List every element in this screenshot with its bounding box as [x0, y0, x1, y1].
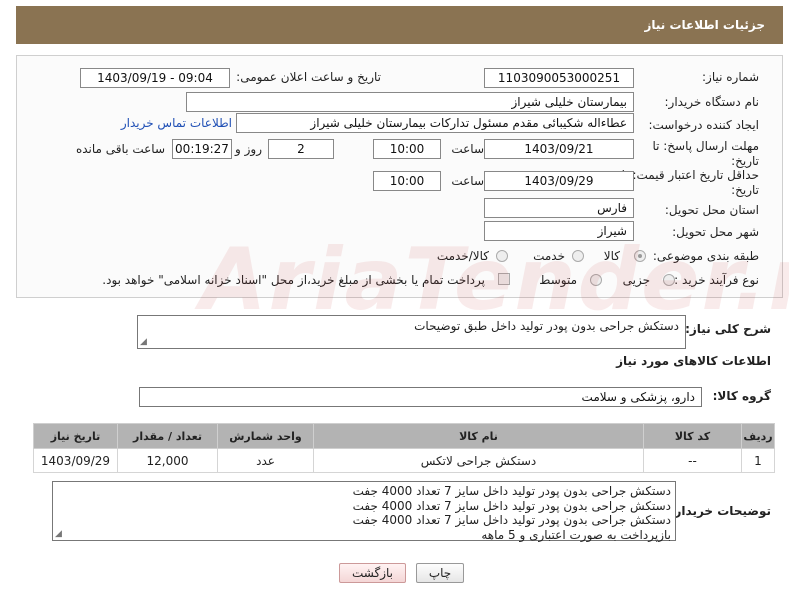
city-label: شهر محل تحویل:	[672, 225, 759, 239]
col-date: تاریخ نیاز	[33, 423, 118, 449]
resize-grip-icon[interactable]: ◢	[55, 529, 62, 539]
days-label: روز و	[235, 142, 262, 156]
province-field[interactable]: فارس	[484, 198, 634, 218]
buyer-notes-line: بازپرداخت به صورت اعتباری و 5 ماهه	[481, 527, 671, 542]
deadline-label: مهلت ارسال پاسخ: تا تاریخ:	[652, 139, 759, 168]
category-label: طبقه بندی موضوعی:	[652, 249, 759, 263]
category-option-goods-service: کالا/خدمت	[436, 249, 489, 263]
goods-section-title: اطلاعات کالاهای مورد نیاز	[616, 354, 771, 368]
page-header: جزئیات اطلاعات نیاز	[16, 6, 783, 44]
col-qty: تعداد / مقدار	[117, 423, 218, 449]
col-row: ردیف	[741, 423, 775, 449]
page-title: جزئیات اطلاعات نیاز	[644, 18, 765, 32]
price-validity-time-label: ساعت	[451, 174, 484, 188]
need-number-label: شماره نیاز:	[702, 70, 759, 84]
process-option-minor: جزیی	[622, 273, 650, 287]
cell-qty: 12,000	[117, 448, 218, 473]
category-option-service: خدمت	[533, 249, 565, 263]
category-radio-service[interactable]	[572, 250, 584, 262]
buyer-notes-content: دستکش جراحی بدون پودر تولید داخل سایز 7 …	[353, 484, 671, 542]
price-validity-date-field[interactable]: 1403/09/29	[484, 171, 634, 191]
summary-label: شرح کلی نیاز:	[685, 322, 771, 336]
cell-name: دستکش جراحی لاتکس	[313, 448, 644, 473]
buyer-contact-link[interactable]: اطلاعات تماس خریدار	[121, 116, 232, 130]
announce-field[interactable]: 1403/09/19 - 09:04	[80, 68, 230, 88]
buyer-notes-label: توضیحات خریدار:	[669, 504, 771, 518]
creator-label: ایجاد کننده درخواست:	[648, 118, 759, 132]
deadline-time-field[interactable]: 10:00	[373, 139, 441, 159]
deadline-time-label: ساعت	[451, 142, 484, 156]
category-radio-goods-service[interactable]	[496, 250, 508, 262]
process-label: نوع فرآیند خرید :	[674, 273, 759, 287]
summary-text: دستکش جراحی بدون پودر تولید داخل طبق توض…	[414, 319, 679, 333]
buyer-notes-line: دستکش جراحی بدون پودر تولید داخل سایز 7 …	[352, 498, 671, 513]
buyer-org-label: نام دستگاه خریدار:	[664, 95, 760, 109]
announce-label: تاریخ و ساعت اعلان عمومی:	[236, 70, 381, 84]
creator-field[interactable]: عطاءاله شکیبائی مقدم مسئول تدارکات بیمار…	[236, 113, 634, 133]
province-label: استان محل تحویل:	[664, 203, 759, 217]
cell-unit: عدد	[217, 448, 314, 473]
col-unit: واحد شمارش	[217, 423, 314, 449]
need-number-field[interactable]: 1103090053000251	[484, 68, 634, 88]
treasury-note: پرداخت تمام یا بخشی از مبلغ خرید،از محل …	[102, 273, 485, 287]
price-validity-time-field[interactable]: 10:00	[373, 171, 441, 191]
category-option-goods: کالا	[603, 249, 620, 263]
goods-group-label: گروه کالا:	[712, 389, 771, 403]
cell-code: --	[643, 448, 742, 473]
goods-group-field[interactable]: دارو، پزشکی و سلامت	[139, 387, 702, 407]
goods-table-header: ردیف کد کالا نام کالا واحد شمارش تعداد /…	[33, 423, 775, 449]
goods-table: ردیف کد کالا نام کالا واحد شمارش تعداد /…	[33, 423, 775, 473]
buyer-org-field[interactable]: بیمارستان خلیلی شیراز	[186, 92, 634, 112]
remaining-field[interactable]: 00:19:27	[172, 139, 232, 159]
cell-date: 1403/09/29	[33, 448, 118, 473]
col-name: نام کالا	[313, 423, 644, 449]
process-radio-minor[interactable]	[663, 274, 675, 286]
buyer-notes-line: دستکش جراحی بدون پودر تولید داخل سایز 7 …	[352, 484, 671, 498]
print-button[interactable]: چاپ	[416, 563, 464, 583]
treasury-checkbox[interactable]	[498, 273, 510, 285]
process-option-medium: متوسط	[539, 273, 577, 287]
days-field[interactable]: 2	[268, 139, 334, 159]
deadline-date-field[interactable]: 1403/09/21	[484, 139, 634, 159]
cell-row: 1	[741, 448, 775, 473]
table-row[interactable]: 1 -- دستکش جراحی لاتکس عدد 12,000 1403/0…	[33, 448, 775, 473]
city-field[interactable]: شیراز	[484, 221, 634, 241]
back-button[interactable]: بازگشت	[339, 563, 406, 583]
buyer-notes-line: دستکش جراحی بدون پودر تولید داخل سایز 7 …	[352, 513, 671, 527]
resize-grip-icon[interactable]: ◢	[140, 337, 147, 347]
buyer-notes-textarea[interactable]: دستکش جراحی بدون پودر تولید داخل سایز 7 …	[52, 481, 676, 542]
summary-textarea[interactable]: دستکش جراحی بدون پودر تولید داخل طبق توض…	[137, 315, 686, 349]
process-radio-medium[interactable]	[590, 274, 602, 286]
category-radio-goods[interactable]	[634, 250, 646, 262]
remaining-label: ساعت باقی مانده	[75, 142, 165, 156]
col-code: کد کالا	[643, 423, 742, 449]
